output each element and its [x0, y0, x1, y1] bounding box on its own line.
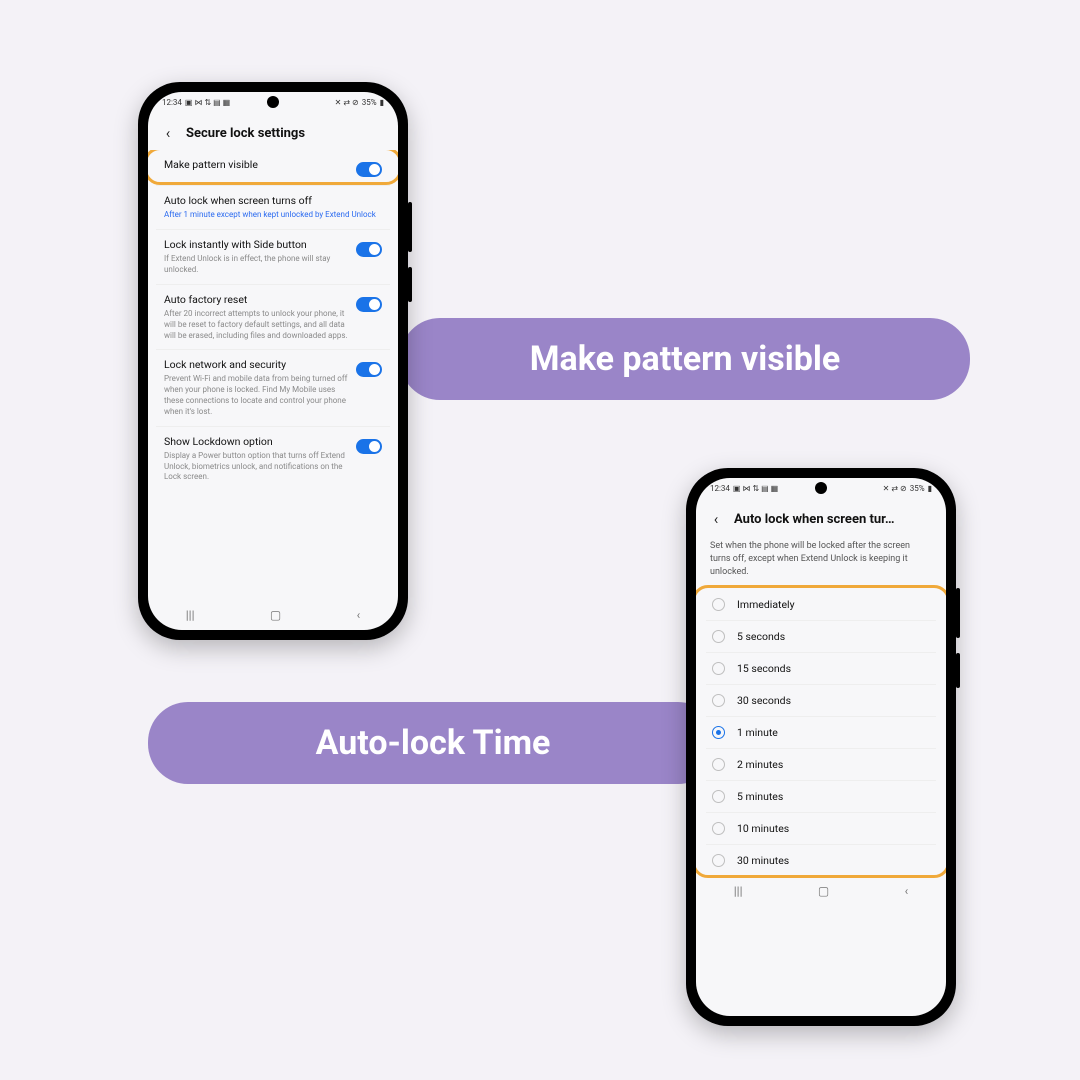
phone-auto-lock: 12:34 ▣ ⋈ ⇅ ▤ ▦ ✕ ⇄ ⊘ 35% ▮ ‹ Auto lock … — [686, 468, 956, 1026]
radio-icon[interactable] — [712, 726, 725, 739]
back-icon[interactable]: ‹ — [160, 124, 176, 142]
row-auto-lock[interactable]: Auto lock when screen turns off After 1 … — [156, 186, 390, 230]
settings-list: Make pattern visible Auto lock when scre… — [148, 150, 398, 600]
option-30-minutes[interactable]: 30 minutes — [706, 845, 936, 876]
auto-lock-options: Immediately 5 seconds 15 seconds 30 seco… — [696, 589, 946, 876]
row-label: Make pattern visible — [164, 158, 348, 172]
battery-icon: ▮ — [928, 485, 932, 493]
row-lock-network-security[interactable]: Lock network and security Prevent Wi-Fi … — [156, 350, 390, 426]
phone-secure-lock-settings: 12:34 ▣ ⋈ ⇅ ▤ ▦ ✕ ⇄ ⊘ 35% ▮ ‹ Secure loc… — [138, 82, 408, 640]
radio-icon[interactable] — [712, 758, 725, 771]
page-title: Auto lock when screen tur… — [734, 512, 932, 527]
option-5-minutes[interactable]: 5 minutes — [706, 781, 936, 813]
intro-text: Set when the phone will be locked after … — [696, 536, 946, 589]
row-show-lockdown-option[interactable]: Show Lockdown option Display a Power but… — [156, 427, 390, 492]
callout-make-pattern-visible: Make pattern visible — [400, 318, 970, 400]
option-15-seconds[interactable]: 15 seconds — [706, 653, 936, 685]
toggle-switch[interactable] — [356, 242, 382, 257]
option-immediately[interactable]: Immediately — [706, 589, 936, 621]
row-make-pattern-visible[interactable]: Make pattern visible — [156, 150, 390, 186]
status-time: 12:34 — [710, 485, 730, 493]
radio-icon[interactable] — [712, 630, 725, 643]
option-10-minutes[interactable]: 10 minutes — [706, 813, 936, 845]
nav-home-icon[interactable]: ▢ — [270, 608, 281, 622]
row-label: Lock network and security — [164, 358, 348, 372]
nav-back-icon[interactable]: ‹ — [357, 608, 361, 622]
radio-icon[interactable] — [712, 790, 725, 803]
page-title: Secure lock settings — [186, 126, 384, 141]
callout-auto-lock-time: Auto-lock Time — [148, 702, 718, 784]
nav-recents-icon[interactable]: ||| — [734, 884, 743, 898]
option-5-seconds[interactable]: 5 seconds — [706, 621, 936, 653]
option-label: 15 seconds — [737, 662, 791, 675]
option-label: 2 minutes — [737, 758, 783, 771]
side-button — [408, 267, 412, 302]
battery-icon: ▮ — [380, 99, 384, 107]
option-30-seconds[interactable]: 30 seconds — [706, 685, 936, 717]
side-button — [408, 202, 412, 252]
row-label: Lock instantly with Side button — [164, 238, 348, 252]
camera-hole — [815, 482, 827, 494]
option-label: 5 seconds — [737, 630, 785, 643]
option-label: 5 minutes — [737, 790, 783, 803]
option-label: 30 seconds — [737, 694, 791, 707]
radio-icon[interactable] — [712, 694, 725, 707]
navigation-bar: ||| ▢ ‹ — [148, 600, 398, 630]
phone-screen: 12:34 ▣ ⋈ ⇅ ▤ ▦ ✕ ⇄ ⊘ 35% ▮ ‹ Secure loc… — [148, 92, 398, 630]
nav-recents-icon[interactable]: ||| — [186, 608, 195, 622]
status-bar: 12:34 ▣ ⋈ ⇅ ▤ ▦ ✕ ⇄ ⊘ 35% ▮ — [148, 92, 398, 114]
row-label: Auto factory reset — [164, 293, 348, 307]
row-description: After 20 incorrect attempts to unlock yo… — [164, 309, 348, 341]
status-bar: 12:34 ▣ ⋈ ⇅ ▤ ▦ ✕ ⇄ ⊘ 35% ▮ — [696, 478, 946, 500]
radio-icon[interactable] — [712, 854, 725, 867]
toggle-switch[interactable] — [356, 362, 382, 377]
navigation-bar: ||| ▢ ‹ — [696, 876, 946, 906]
option-1-minute[interactable]: 1 minute — [706, 717, 936, 749]
back-icon[interactable]: ‹ — [708, 510, 724, 528]
status-left-icons: ▣ ⋈ ⇅ ▤ ▦ — [185, 99, 230, 107]
option-label: 10 minutes — [737, 822, 789, 835]
status-left-icons: ▣ ⋈ ⇅ ▤ ▦ — [733, 485, 778, 493]
row-description: Prevent Wi-Fi and mobile data from being… — [164, 374, 348, 417]
camera-hole — [267, 96, 279, 108]
header: ‹ Auto lock when screen tur… — [696, 500, 946, 536]
status-battery: 35% — [910, 485, 925, 493]
option-label: 30 minutes — [737, 854, 789, 867]
status-time: 12:34 — [162, 99, 182, 107]
status-right-icons: ✕ ⇄ ⊘ — [883, 485, 907, 493]
toggle-switch[interactable] — [356, 297, 382, 312]
row-auto-factory-reset[interactable]: Auto factory reset After 20 incorrect at… — [156, 285, 390, 351]
row-description: Display a Power button option that turns… — [164, 451, 348, 483]
side-button — [956, 653, 960, 688]
option-2-minutes[interactable]: 2 minutes — [706, 749, 936, 781]
toggle-switch[interactable] — [356, 439, 382, 454]
callout-text: Make pattern visible — [530, 339, 840, 379]
callout-text: Auto-lock Time — [316, 723, 551, 763]
radio-icon[interactable] — [712, 598, 725, 611]
row-lock-instantly[interactable]: Lock instantly with Side button If Exten… — [156, 230, 390, 285]
radio-icon[interactable] — [712, 822, 725, 835]
header: ‹ Secure lock settings — [148, 114, 398, 150]
nav-back-icon[interactable]: ‹ — [905, 884, 909, 898]
phone-screen: 12:34 ▣ ⋈ ⇅ ▤ ▦ ✕ ⇄ ⊘ 35% ▮ ‹ Auto lock … — [696, 478, 946, 1016]
option-label: Immediately — [737, 598, 795, 611]
status-battery: 35% — [362, 99, 377, 107]
side-button — [956, 588, 960, 638]
status-right-icons: ✕ ⇄ ⊘ — [335, 99, 359, 107]
row-description: After 1 minute except when kept unlocked… — [164, 210, 382, 221]
row-label: Auto lock when screen turns off — [164, 194, 382, 208]
toggle-switch[interactable] — [356, 162, 382, 177]
row-description: If Extend Unlock is in effect, the phone… — [164, 254, 348, 276]
nav-home-icon[interactable]: ▢ — [818, 884, 829, 898]
radio-icon[interactable] — [712, 662, 725, 675]
option-label: 1 minute — [737, 726, 778, 739]
row-label: Show Lockdown option — [164, 435, 348, 449]
